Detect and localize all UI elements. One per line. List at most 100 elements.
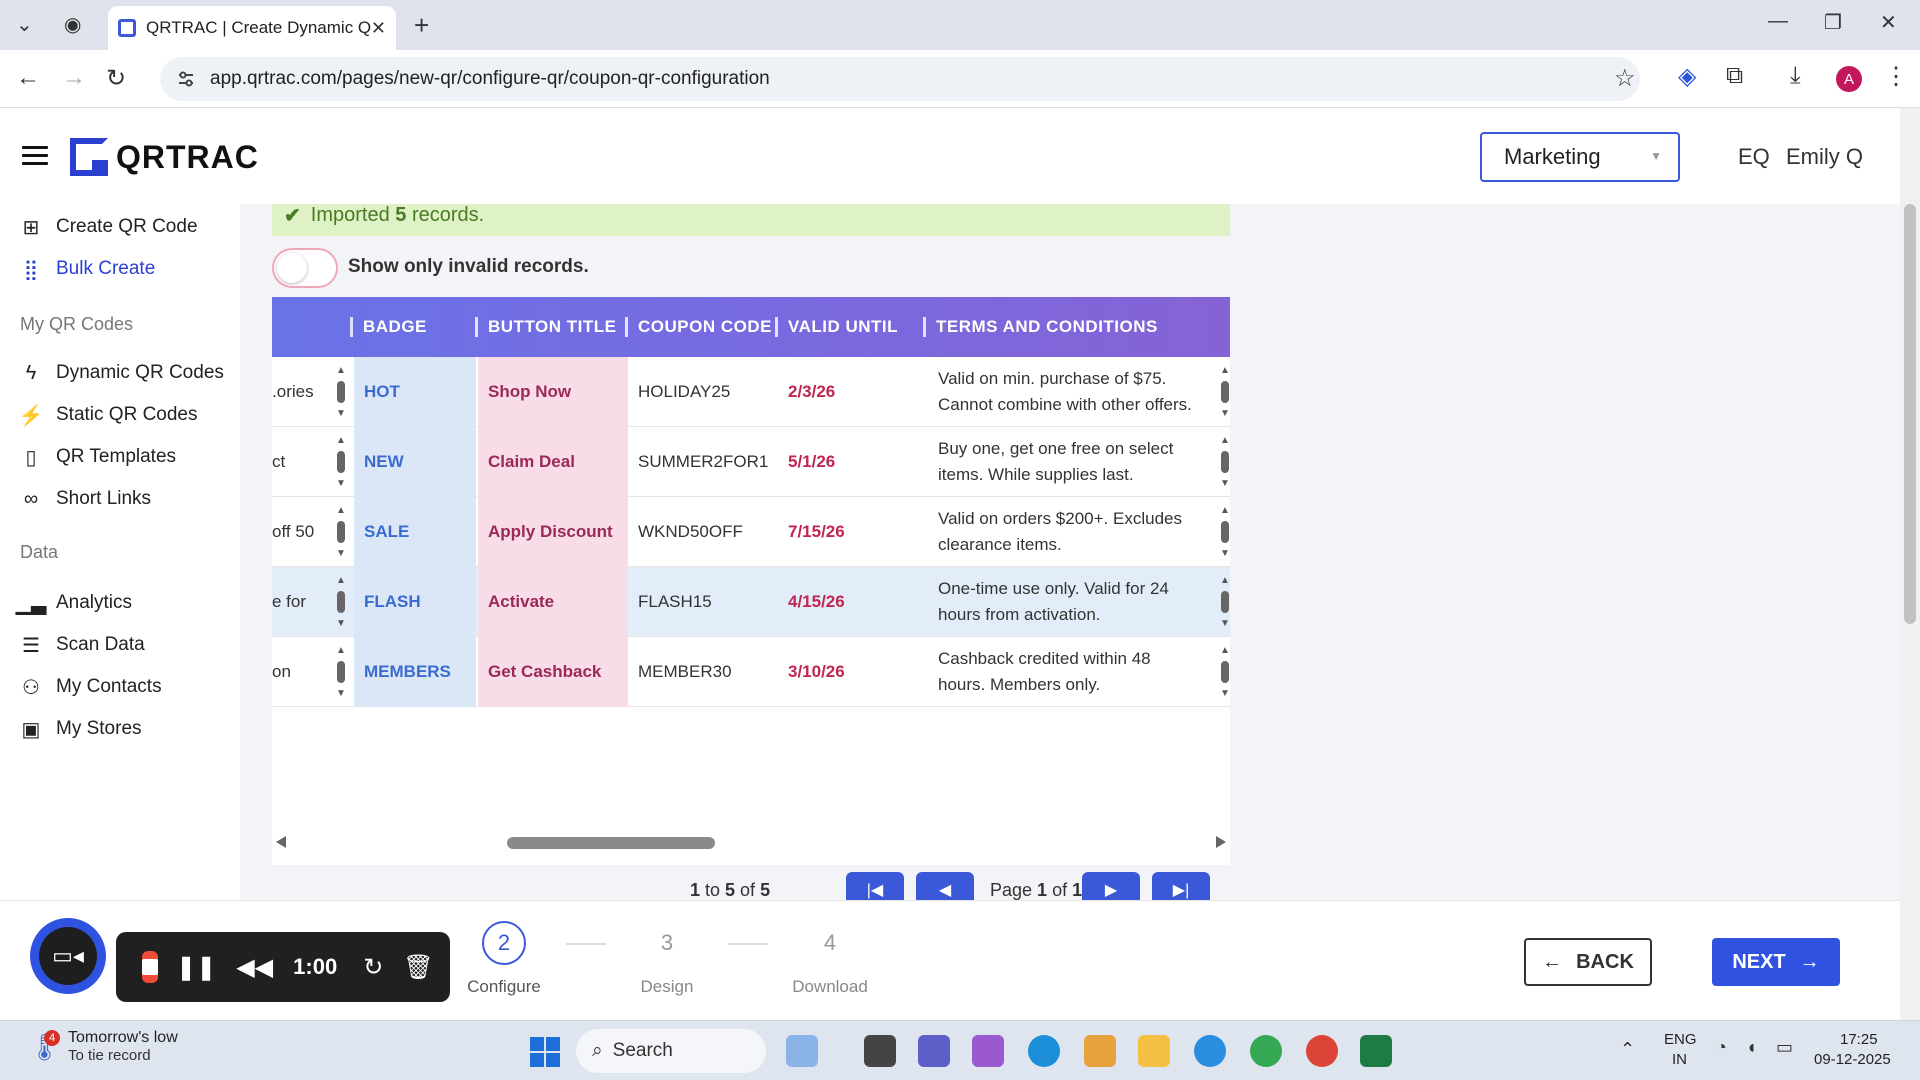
row-resize-handle[interactable]: ▲ ▼ — [334, 575, 348, 629]
terms-cell[interactable]: Valid on min. purchase of $75. Cannot com… — [926, 357, 1216, 427]
clock-time[interactable]: 17:25 — [1840, 1031, 1878, 1048]
table-row[interactable]: on ▲ ▼ MEMBERS Get Cashback MEMBER30 3/10… — [272, 637, 1230, 707]
sidebar-item-bulk-create[interactable]: ⣿ Bulk Create — [20, 258, 156, 281]
window-close-icon[interactable]: ✕ — [1880, 10, 1897, 35]
task-view-icon[interactable] — [864, 1035, 896, 1067]
prev-page-button[interactable]: ◀ — [916, 872, 974, 900]
sidebar-item-my-stores[interactable]: ▣ My Stores — [20, 718, 142, 741]
badge-cell[interactable]: SALE — [354, 497, 476, 567]
camera-bubble[interactable]: ▭◂ — [30, 918, 106, 994]
sidebar-item-static-qr[interactable]: ⚡ Static QR Codes — [19, 404, 198, 427]
scroll-thumb[interactable] — [507, 837, 715, 849]
horizontal-scrollbar[interactable] — [272, 832, 1230, 856]
tray-chevron-up-icon[interactable]: ⌃ — [1620, 1039, 1635, 1060]
step-download[interactable]: 4 Download — [790, 921, 870, 997]
valid-until-cell[interactable]: 2/3/26 — [778, 357, 926, 427]
store-app-icon[interactable] — [1084, 1035, 1116, 1067]
sidebar-item-scan-data[interactable]: ☰ Scan Data — [20, 634, 145, 657]
download-icon[interactable]: ⤓ — [1790, 62, 1801, 90]
coupon-code-cell[interactable]: HOLIDAY25 — [628, 357, 778, 427]
restart-icon[interactable]: ↻ — [363, 953, 383, 982]
button-title-cell[interactable]: Activate — [478, 567, 628, 637]
valid-until-cell[interactable]: 7/15/26 — [778, 497, 926, 567]
pause-icon[interactable]: ❚❚ — [176, 953, 216, 982]
taskbar-search[interactable]: ⌕ Search — [576, 1029, 766, 1073]
address-bar[interactable]: app.qrtrac.com/pages/new-qr/configure-qr… — [160, 57, 1640, 101]
column-header-valid-until[interactable]: VALID UNTIL — [775, 297, 898, 357]
terms-cell[interactable]: Valid on orders $200+. Excludes clearance… — [926, 497, 1216, 567]
row-resize-handle-right[interactable]: ▲ ▼ — [1218, 505, 1230, 559]
badge-cell[interactable]: NEW — [354, 427, 476, 497]
forward-icon[interactable]: → — [62, 64, 86, 92]
back-icon[interactable]: ← — [16, 64, 40, 92]
scroll-left-icon[interactable] — [276, 836, 286, 848]
column-header-coupon-code[interactable]: COUPON CODE — [625, 297, 772, 357]
qrtrac-logo[interactable]: QRTRAC — [70, 138, 259, 176]
button-title-cell[interactable]: Apply Discount — [478, 497, 628, 567]
last-page-button[interactable]: ▶| — [1152, 872, 1210, 900]
sidebar-item-create-qr[interactable]: ⊞ Create QR Code — [20, 216, 198, 239]
windows-start-icon[interactable] — [530, 1037, 560, 1067]
row-resize-handle[interactable]: ▲ ▼ — [334, 435, 348, 489]
column-header-terms[interactable]: TERMS AND CONDITIONS — [923, 297, 1158, 357]
battery-icon[interactable]: ▭ — [1776, 1037, 1793, 1058]
valid-until-cell[interactable]: 5/1/26 — [778, 427, 926, 497]
browser-menu-icon[interactable]: ⋮ — [1884, 62, 1908, 91]
tab-search-icon[interactable]: ⌄ — [16, 12, 33, 37]
row-resize-handle[interactable]: ▲ ▼ — [334, 645, 348, 699]
volume-icon[interactable]: ◖ — [1746, 1037, 1757, 1058]
restore-icon[interactable]: ❐ — [1824, 10, 1842, 35]
terms-cell[interactable]: Buy one, get one free on select items. Wh… — [926, 427, 1216, 497]
hamburger-menu-icon[interactable] — [22, 146, 48, 166]
weather-widget[interactable]: 🌡 4 Tomorrow's low To tie record — [28, 1029, 178, 1064]
sidebar-item-analytics[interactable]: ▁▃ Analytics — [16, 592, 132, 615]
column-header-badge[interactable]: BADGE — [350, 297, 427, 357]
back-button[interactable]: ← BACK — [1524, 938, 1652, 986]
file-explorer-icon[interactable] — [1138, 1035, 1170, 1067]
profile-avatar[interactable]: A — [1836, 66, 1862, 92]
extension-icon[interactable]: ◈ — [1678, 62, 1696, 91]
table-row[interactable]: 50 off ▲ ▼ SALE Apply Discount WKND50OFF … — [272, 497, 1230, 567]
excel-icon[interactable] — [1360, 1035, 1392, 1067]
coupon-code-cell[interactable]: FLASH15 — [628, 567, 778, 637]
row-resize-handle[interactable]: ▲ ▼ — [334, 505, 348, 559]
button-title-cell[interactable]: Get Cashback — [478, 637, 628, 707]
next-button[interactable]: NEXT → — [1712, 938, 1840, 986]
site-info-icon[interactable] — [176, 69, 196, 89]
browser-tab-active[interactable]: QRTRAC | Create Dynamic QR C ✕ — [108, 6, 396, 50]
table-row[interactable]: ories. ▲ ▼ HOT Shop Now HOLIDAY25 2/3/26 … — [272, 357, 1230, 427]
step-configure[interactable]: 2 Configure — [466, 921, 542, 997]
widgets-app-icon[interactable] — [786, 1035, 818, 1067]
tab-close-icon[interactable]: ✕ — [371, 18, 386, 39]
sidebar-item-my-contacts[interactable]: ⚇ My Contacts — [20, 676, 162, 699]
coupon-code-cell[interactable]: SUMMER2FOR1 — [628, 427, 778, 497]
table-row[interactable]: e for ▲ ▼ FLASH Activate FLASH15 4/15/26 … — [272, 567, 1230, 637]
chrome-icon[interactable] — [1250, 1035, 1282, 1067]
copilot-icon[interactable] — [972, 1035, 1004, 1067]
wifi-icon[interactable]: ◔ — [1716, 1037, 1727, 1058]
table-row[interactable]: ct ▲ ▼ NEW Claim Deal SUMMER2FOR1 5/1/26 … — [272, 427, 1230, 497]
user-initials[interactable]: EQ — [1738, 144, 1770, 170]
lang-indicator-2[interactable]: IN — [1672, 1051, 1687, 1068]
workspace-select[interactable]: Marketing ▼ — [1480, 132, 1680, 182]
reload-icon[interactable]: ↻ — [106, 64, 126, 93]
stop-record-button[interactable] — [142, 951, 158, 983]
row-resize-handle-right[interactable]: ▲ ▼ — [1218, 435, 1230, 489]
coupon-code-cell[interactable]: WKND50OFF — [628, 497, 778, 567]
page-scrollbar[interactable] — [1900, 108, 1920, 1020]
clock-date[interactable]: 09-12-2025 — [1814, 1051, 1891, 1068]
column-header-button-title[interactable]: BUTTON TITLE — [475, 297, 616, 357]
row-resize-handle-right[interactable]: ▲ ▼ — [1218, 365, 1230, 419]
rewind-icon[interactable]: ◀◀ — [236, 953, 273, 982]
minimize-icon[interactable]: — — [1768, 10, 1788, 33]
chrome-profile-icon[interactable] — [1306, 1035, 1338, 1067]
button-title-cell[interactable]: Claim Deal — [478, 427, 628, 497]
extensions-puzzle-icon[interactable]: ⧉ — [1726, 62, 1743, 90]
sidebar-item-short-links[interactable]: ∞ Short Links — [20, 488, 151, 510]
invalid-records-toggle[interactable] — [272, 248, 338, 288]
badge-cell[interactable]: FLASH — [354, 567, 476, 637]
valid-until-cell[interactable]: 3/10/26 — [778, 637, 926, 707]
row-resize-handle-right[interactable]: ▲ ▼ — [1218, 645, 1230, 699]
help-icon[interactable] — [1194, 1035, 1226, 1067]
edge-icon[interactable] — [1028, 1035, 1060, 1067]
